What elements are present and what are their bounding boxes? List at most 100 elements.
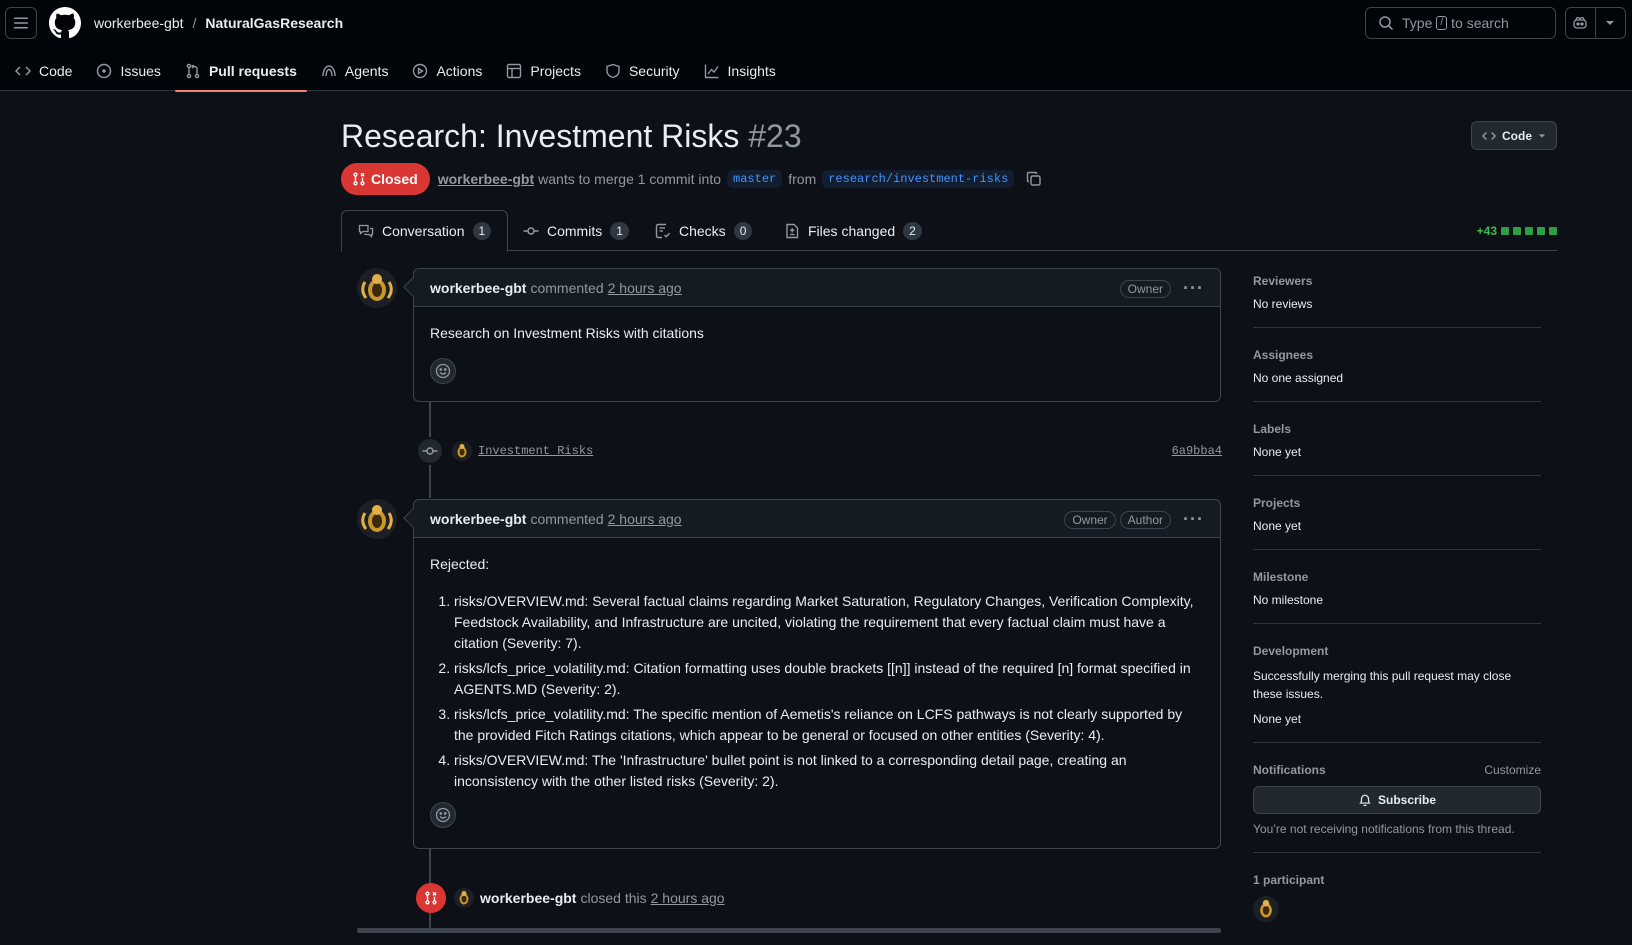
shield-icon xyxy=(606,63,620,78)
diffstat-block xyxy=(1501,227,1509,235)
commit-icon xyxy=(523,226,539,235)
status-badge: Closed xyxy=(341,163,430,195)
comment-timestamp[interactable]: 2 hours ago xyxy=(608,511,682,527)
sidebar-notifications: Notifications Customize Subscribe You’re… xyxy=(1253,759,1541,853)
code-dropdown-button[interactable]: Code xyxy=(1471,121,1557,150)
avatar[interactable] xyxy=(357,268,397,308)
commit-message-link[interactable]: Investment Risks xyxy=(478,444,593,458)
add-reaction-button[interactable] xyxy=(430,358,456,384)
smiley-icon xyxy=(435,807,451,823)
commit-icon xyxy=(416,437,444,465)
sidebar-assignees[interactable]: Assignees No one assigned xyxy=(1253,344,1541,402)
comment-timestamp[interactable]: 2 hours ago xyxy=(608,280,682,296)
repo-nav: Code Issues Pull requests Agents Actions… xyxy=(0,50,790,92)
pull-request-icon xyxy=(186,63,200,78)
sidebar-development[interactable]: Development Successfully merging this pu… xyxy=(1253,640,1541,743)
rejection-list: risks/OVERVIEW.md: Several factual claim… xyxy=(430,591,1204,792)
list-item: risks/lcfs_price_volatility.md: Citation… xyxy=(454,658,1204,700)
tab-label: Agents xyxy=(344,62,389,79)
participant-avatar[interactable] xyxy=(1253,896,1279,922)
tab-insights[interactable]: Insights xyxy=(694,50,786,91)
customize-link[interactable]: Customize xyxy=(1484,763,1541,777)
global-header: workerbee-gbt / NaturalGasResearch Type … xyxy=(0,0,1632,92)
sidebar-description: Successfully merging this pull request m… xyxy=(1253,669,1512,701)
comment-action: commented xyxy=(530,510,604,527)
head-branch[interactable]: research/investment-risks xyxy=(822,170,1015,188)
breadcrumb-owner[interactable]: workerbee-gbt xyxy=(94,15,184,31)
tab-code[interactable]: Code xyxy=(5,50,82,91)
kebab-menu-icon[interactable]: ··· xyxy=(1183,509,1204,530)
closed-event: workerbee-gbt closed this 2 hours ago xyxy=(416,882,725,914)
breadcrumb-repo[interactable]: NaturalGasResearch xyxy=(205,15,343,31)
tab-commits[interactable]: Commits 1 xyxy=(507,210,645,251)
sidebar-value: No one assigned xyxy=(1253,371,1344,385)
copilot-icon[interactable] xyxy=(1566,8,1596,38)
code-button-label: Code xyxy=(1502,128,1532,143)
list-item: risks/OVERVIEW.md: Several factual claim… xyxy=(454,591,1204,654)
base-branch[interactable]: master xyxy=(727,170,783,188)
event-author[interactable]: workerbee-gbt xyxy=(480,890,576,906)
diffstat-block xyxy=(1537,227,1545,235)
code-icon xyxy=(1482,131,1496,140)
sidebar-value: No milestone xyxy=(1253,593,1324,607)
github-logo-icon[interactable] xyxy=(49,7,81,39)
commit-sha-link[interactable]: 6a9bba4 xyxy=(1172,444,1222,458)
avatar[interactable] xyxy=(454,888,474,908)
tab-agents[interactable]: Agents xyxy=(311,50,399,91)
chevron-down-icon[interactable] xyxy=(1596,8,1625,38)
tab-pull-requests[interactable]: Pull requests xyxy=(174,50,307,92)
add-reaction-button[interactable] xyxy=(430,802,456,828)
search-prefix: Type xyxy=(1402,15,1433,31)
tab-projects[interactable]: Projects xyxy=(496,50,591,91)
tab-label: Actions xyxy=(436,62,483,79)
sidebar-value: None yet xyxy=(1253,445,1302,459)
tab-files-changed[interactable]: Files changed 2 xyxy=(768,210,938,251)
tab-conversation[interactable]: Conversation 1 xyxy=(341,210,509,252)
sidebar-milestone[interactable]: Milestone No milestone xyxy=(1253,566,1541,624)
tab-label: Projects xyxy=(530,62,581,79)
sidebar-heading: Labels xyxy=(1253,422,1292,436)
sidebar-projects[interactable]: Projects None yet xyxy=(1253,492,1541,550)
sidebar-heading: 1 participant xyxy=(1253,873,1325,887)
event-timestamp[interactable]: 2 hours ago xyxy=(651,890,725,906)
avatar[interactable] xyxy=(357,499,397,539)
menu-button[interactable] xyxy=(5,7,37,39)
tab-counter: 1 xyxy=(472,222,492,240)
diffstat-additions: +43 xyxy=(1476,224,1497,238)
avatar[interactable] xyxy=(452,441,472,461)
copy-branch-button[interactable] xyxy=(1026,171,1042,187)
search-input[interactable]: Type / to search xyxy=(1365,7,1556,39)
kebab-menu-icon[interactable]: ··· xyxy=(1183,278,1204,299)
tab-checks[interactable]: Checks 0 xyxy=(639,210,768,251)
sidebar-reviewers[interactable]: Reviewers No reviews xyxy=(1253,270,1541,328)
sidebar-value: None yet xyxy=(1253,519,1302,533)
sidebar-heading: Milestone xyxy=(1253,570,1309,584)
agents-icon xyxy=(322,64,336,76)
tab-label: Conversation xyxy=(382,223,465,239)
tab-actions[interactable]: Actions xyxy=(402,50,492,91)
pull-request-closed-icon xyxy=(416,883,446,913)
pr-author-link[interactable]: workerbee-gbt xyxy=(438,171,534,187)
comment-discussion-icon xyxy=(358,224,374,238)
comment-author[interactable]: workerbee-gbt xyxy=(430,511,526,527)
copilot-button[interactable] xyxy=(1565,7,1626,39)
subscribe-button[interactable]: Subscribe xyxy=(1253,786,1541,814)
search-icon xyxy=(1379,16,1394,31)
table-icon xyxy=(507,63,522,78)
comment-header: workerbee-gbt commented 2 hours ago Owne… xyxy=(414,269,1220,307)
tab-label: Issues xyxy=(120,62,161,79)
event-action: closed this xyxy=(580,890,647,906)
pr-title-text: Research: Investment Risks xyxy=(341,118,740,154)
breadcrumb: workerbee-gbt / NaturalGasResearch xyxy=(94,15,343,31)
tab-issues[interactable]: Issues xyxy=(86,50,170,91)
pr-tabs: Conversation 1 Commits 1 Checks 0 Files … xyxy=(341,210,1557,252)
comment-author[interactable]: workerbee-gbt xyxy=(430,280,526,296)
comment-header: workerbee-gbt commented 2 hours ago Owne… xyxy=(414,500,1220,538)
tab-security[interactable]: Security xyxy=(595,50,690,91)
diffstat-block xyxy=(1525,227,1533,235)
breadcrumb-separator: / xyxy=(192,15,197,31)
search-suffix: to search xyxy=(1451,15,1509,31)
tab-label: Pull requests xyxy=(208,62,297,79)
sidebar-labels[interactable]: Labels None yet xyxy=(1253,418,1541,476)
comment-header-actions: Owner ··· xyxy=(1116,278,1204,299)
